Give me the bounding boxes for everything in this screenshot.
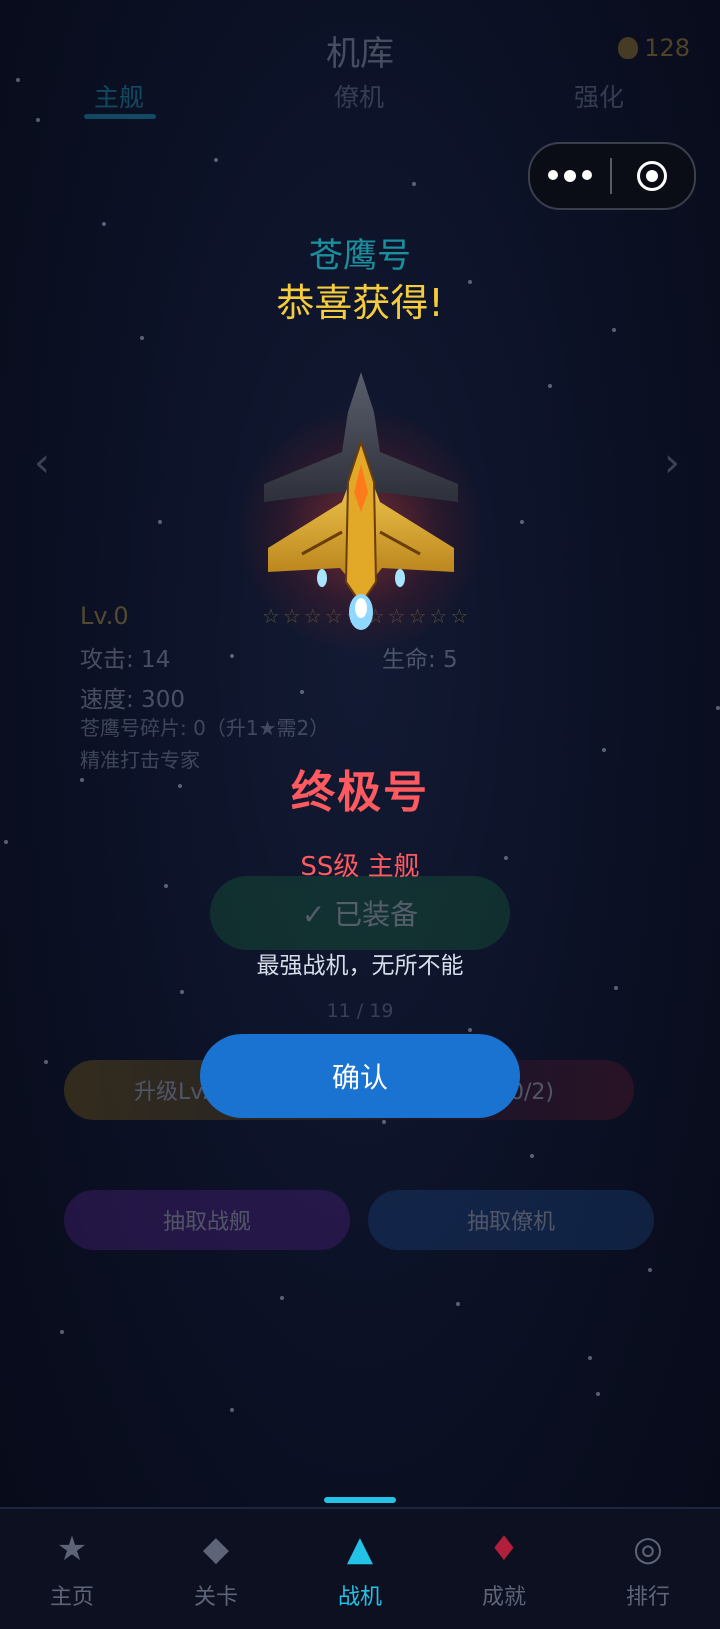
red-diamond-icon: ♦ <box>488 1529 520 1569</box>
nav-label-ranking: 排行 <box>625 1585 670 1610</box>
stat-attack: 攻击: 14 <box>80 647 171 673</box>
ship-level: Lv.0 <box>80 602 129 630</box>
draw-wingman-button[interactable]: 抽取僚机 <box>368 1190 654 1250</box>
nav-item-achievements[interactable]: ♦ 成就 <box>432 1509 576 1629</box>
stat-speed: 速度: 300 <box>80 687 185 713</box>
modal-title: 恭喜获得! <box>276 281 444 325</box>
obtained-ship-grade: SS级 主舰 <box>300 852 420 882</box>
close-mini-program-button[interactable] <box>612 161 692 191</box>
page-title: 机库 <box>326 34 394 74</box>
tab-main-ship[interactable]: 主舰 <box>94 78 144 114</box>
record-icon <box>637 161 667 191</box>
capsule-menu <box>528 142 696 210</box>
nav-label-achievements: 成就 <box>481 1585 526 1610</box>
tab-underline <box>84 114 156 119</box>
triangle-icon: ▲ <box>346 1529 374 1569</box>
spaceship-image <box>264 372 458 630</box>
modal-subtitle: 苍鹰号 <box>309 236 411 276</box>
star-icon: ★ <box>56 1529 88 1569</box>
diamond-icon: ◆ <box>202 1529 230 1569</box>
obtained-ship-name: 终极号 <box>291 767 429 818</box>
nav-item-ranking[interactable]: ◎ 排行 <box>576 1509 720 1629</box>
confirm-button[interactable]: 确认 <box>200 1034 520 1118</box>
nav-item-fighters[interactable]: ▲ 战机 <box>288 1509 432 1629</box>
nav-item-home[interactable]: ★ 主页 <box>0 1509 144 1629</box>
nav-label-home: 主页 <box>49 1585 94 1610</box>
nav-indicator <box>324 1497 396 1503</box>
tab-bar: 主舰 僚机 强化 <box>0 78 720 122</box>
coin-count: 128 <box>644 34 690 62</box>
target-icon: ◎ <box>633 1529 663 1569</box>
coin-balance: 128 <box>618 34 690 62</box>
fragment-count: 苍鹰号碎片: 0（升1★需2） <box>80 716 330 740</box>
nav-label-fighters: 战机 <box>337 1585 382 1610</box>
bottom-nav: ★ 主页 ◆ 关卡 ▲ 战机 ♦ 成就 ◎ 排行 <box>0 1497 720 1629</box>
tab-enhance[interactable]: 强化 <box>574 78 624 114</box>
nav-item-levels[interactable]: ◆ 关卡 <box>144 1509 288 1629</box>
nav-label-levels: 关卡 <box>193 1585 238 1610</box>
money-bag-icon <box>618 37 639 59</box>
draw-ship-button[interactable]: 抽取战舰 <box>64 1190 350 1250</box>
tab-wingman[interactable]: 僚机 <box>334 78 384 114</box>
prev-arrow-icon[interactable]: ‹ <box>34 440 50 486</box>
equipped-button[interactable]: ✓ 已装备 <box>210 876 510 950</box>
more-icon[interactable] <box>530 170 610 182</box>
obtained-ship-description: 最强战机，无所不能 <box>256 953 464 979</box>
ship-counter: 11 / 19 <box>326 1000 394 1022</box>
next-arrow-icon[interactable]: › <box>664 440 680 486</box>
